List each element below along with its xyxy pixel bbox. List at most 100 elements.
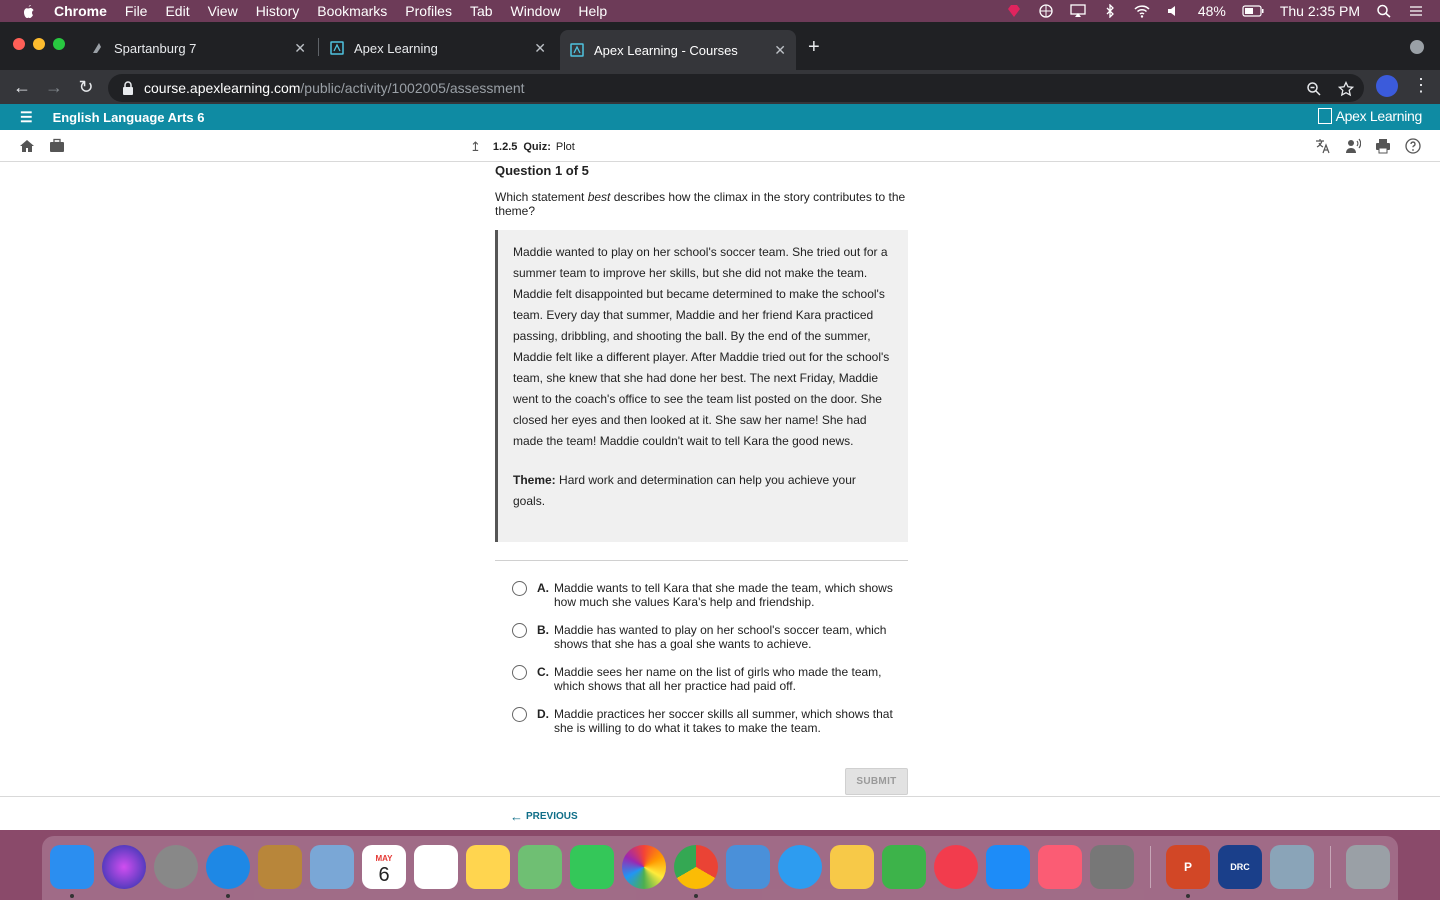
question-content: Question 1 of 5 Which statement best des… [495, 162, 908, 795]
airplay-icon[interactable] [1070, 4, 1086, 18]
globe-icon[interactable] [1038, 4, 1054, 18]
read-aloud-icon[interactable] [1345, 138, 1361, 154]
menu-view[interactable]: View [208, 3, 238, 19]
wifi-icon[interactable] [1134, 4, 1150, 18]
news-icon[interactable] [934, 845, 978, 889]
choice-letter: C. [537, 665, 549, 679]
running-indicator [1186, 894, 1190, 898]
tab-apex-courses[interactable]: Apex Learning - Courses ✕ [560, 30, 796, 70]
answer-choice-a[interactable]: A. Maddie wants to tell Kara that she ma… [495, 581, 908, 609]
volume-icon[interactable] [1166, 4, 1182, 18]
radio-button[interactable] [512, 707, 527, 722]
forward-arrow-icon[interactable]: → [44, 77, 64, 97]
new-tab-plus-icon[interactable]: + [808, 36, 820, 59]
tab-close-icon[interactable]: ✕ [294, 40, 306, 57]
menu-app-name[interactable]: Chrome [54, 3, 107, 19]
activity-breadcrumb: ↥ 1.2.5 Quiz: Plot [470, 139, 575, 155]
answer-choice-d[interactable]: D. Maddie practices her soccer skills al… [495, 707, 908, 735]
menu-history[interactable]: History [256, 3, 300, 19]
siri-icon[interactable] [102, 845, 146, 889]
powerpoint-icon[interactable]: P [1166, 845, 1210, 889]
address-bar[interactable]: course.apexlearning.com/public/activity/… [108, 74, 1364, 102]
photos-icon[interactable] [622, 845, 666, 889]
facetime-icon[interactable] [570, 845, 614, 889]
profile-avatar[interactable] [1376, 75, 1398, 97]
system-preferences-gear-icon[interactable] [1090, 845, 1134, 889]
pages-icon[interactable] [830, 845, 874, 889]
apex-learning-logo[interactable]: Apex Learning [1317, 108, 1423, 124]
menu-bookmarks[interactable]: Bookmarks [317, 3, 387, 19]
window-close-button[interactable] [13, 38, 25, 50]
answer-choice-b[interactable]: B. Maddie has wanted to play on her scho… [495, 623, 908, 651]
control-center-icon[interactable] [1408, 4, 1424, 18]
theme-label: Theme: [513, 473, 556, 487]
menu-tab[interactable]: Tab [470, 3, 493, 19]
menu-help[interactable]: Help [578, 3, 607, 19]
browser-menu-kebab-icon[interactable]: ⋮ [1412, 75, 1430, 96]
maps-icon[interactable] [518, 845, 562, 889]
trash-icon[interactable] [1346, 845, 1390, 889]
spotlight-search-icon[interactable] [1376, 4, 1392, 18]
calendar-day: 6 [378, 864, 390, 886]
launchpad-rocket-icon[interactable] [154, 845, 198, 889]
browser-toolbar: ← → ↻ course.apexlearning.com/public/act… [0, 70, 1440, 104]
calendar-icon[interactable]: MAY 6 [362, 845, 406, 889]
menu-edit[interactable]: Edit [165, 3, 189, 19]
messages-icon[interactable] [778, 845, 822, 889]
contacts-book-icon[interactable] [258, 845, 302, 889]
notes-icon[interactable] [466, 845, 510, 889]
tab-apex-learning[interactable]: Apex Learning ✕ [320, 34, 556, 62]
up-level-arrow-icon[interactable]: ↥ [470, 139, 481, 155]
app-store-icon[interactable] [986, 845, 1030, 889]
hamburger-menu-icon[interactable]: ☰ [20, 109, 33, 126]
menubar-clock[interactable]: Thu 2:35 PM [1280, 3, 1360, 19]
tab-close-icon[interactable]: ✕ [534, 40, 546, 57]
safari-compass-icon[interactable] [206, 845, 250, 889]
mail-stamp-icon[interactable] [310, 845, 354, 889]
numbers-icon[interactable] [882, 845, 926, 889]
finder-icon[interactable] [50, 845, 94, 889]
apple-icon[interactable] [20, 3, 36, 19]
chrome-icon[interactable] [674, 845, 718, 889]
answer-choice-c[interactable]: C. Maddie sees her name on the list of g… [495, 665, 908, 693]
home-icon[interactable] [19, 138, 35, 154]
battery-icon[interactable] [1242, 4, 1264, 18]
choice-text[interactable]: Maddie has wanted to play on her school'… [554, 623, 899, 651]
back-arrow-icon[interactable]: ← [12, 77, 32, 97]
menu-window[interactable]: Window [511, 3, 561, 19]
bookmark-star-icon[interactable] [1338, 81, 1354, 97]
menu-profiles[interactable]: Profiles [405, 3, 452, 19]
translate-icon[interactable] [1315, 138, 1331, 154]
music-icon[interactable] [1038, 845, 1082, 889]
window-minimize-button[interactable] [33, 38, 45, 50]
print-icon[interactable] [1375, 138, 1391, 154]
course-title: English Language Arts 6 [52, 109, 205, 125]
brand-name: Apex Learning [1335, 108, 1423, 124]
radio-button[interactable] [512, 623, 527, 638]
tab-spartanburg[interactable]: Spartanburg 7 ✕ [80, 34, 316, 62]
gem-icon[interactable] [1006, 4, 1022, 18]
lock-icon[interactable] [122, 81, 134, 95]
choice-text[interactable]: Maddie sees her name on the list of girl… [554, 665, 899, 693]
radio-button[interactable] [512, 665, 527, 680]
submit-button[interactable]: SUBMIT [845, 768, 908, 795]
passage-text: Maddie wanted to play on her school's so… [513, 245, 890, 448]
keynote-icon[interactable] [726, 845, 770, 889]
drc-insight-icon[interactable]: DRC [1218, 845, 1262, 889]
bluetooth-icon[interactable] [1102, 4, 1118, 18]
help-icon[interactable] [1405, 138, 1421, 154]
zoom-icon[interactable] [1306, 81, 1322, 97]
previous-button[interactable]: ← PREVIOUS [510, 809, 578, 824]
window-zoom-button[interactable] [53, 38, 65, 50]
reload-icon[interactable]: ↻ [76, 77, 96, 97]
reminders-icon[interactable] [414, 845, 458, 889]
apex-favicon-icon [330, 41, 344, 55]
tab-search-chevron-icon[interactable] [1410, 40, 1424, 54]
preview-icon[interactable] [1270, 845, 1314, 889]
choice-text[interactable]: Maddie wants to tell Kara that she made … [554, 581, 899, 609]
briefcase-icon[interactable] [49, 138, 65, 154]
choice-text[interactable]: Maddie practices her soccer skills all s… [554, 707, 899, 735]
menu-file[interactable]: File [125, 3, 148, 19]
radio-button[interactable] [512, 581, 527, 596]
tab-close-icon[interactable]: ✕ [774, 42, 786, 59]
